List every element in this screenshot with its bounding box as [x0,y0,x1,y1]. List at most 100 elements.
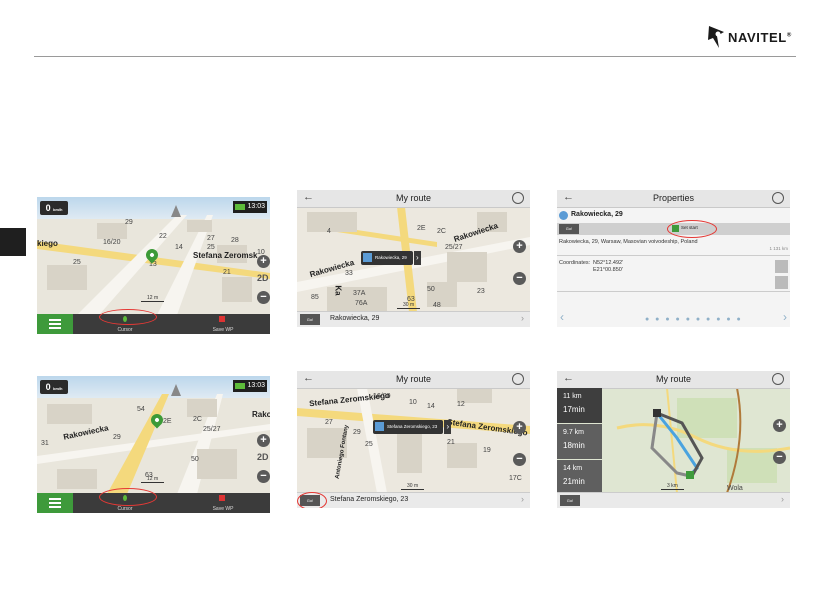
zoom-in-button[interactable]: + [257,255,270,268]
start-flag-icon [686,471,694,479]
screen-title: My route [655,374,691,384]
save-waypoint-button[interactable]: Save WP [205,506,241,512]
map-label: 29 [353,429,361,436]
map-label: 16/20 [103,239,121,246]
menu-button[interactable] [37,493,73,513]
map-label: 17C [509,475,522,482]
gps-off-icon[interactable] [512,192,524,204]
map-label: 16/20 [373,393,391,400]
save-waypoint-button[interactable]: Save WP [205,327,241,333]
zoom-in-button[interactable]: + [513,240,526,253]
status-clock: 13:03 [233,380,267,392]
chevron-right-icon[interactable]: › [783,310,787,324]
highlight-ellipse [667,220,717,238]
chevron-right-icon[interactable]: › [521,494,524,504]
distance-value: 1 131 km [769,246,788,251]
map-label: 25/27 [445,244,463,251]
zoom-out-button[interactable]: − [773,451,786,464]
map-label: 22 [159,233,167,240]
go-button[interactable]: Go! [300,314,320,325]
screen-my-route-2: ← My route Stefana Zeromskiego Stefana Z… [297,371,530,508]
map-label: 4 [327,228,331,235]
gps-off-icon[interactable] [512,373,524,385]
view-mode-button[interactable]: 2D [257,452,269,462]
chevron-left-icon[interactable]: ‹ [560,310,564,324]
route-time: 18min [563,441,585,450]
map-label: 28 [231,237,239,244]
map-street-label: Stefana Zeromsk [193,251,258,260]
house-icon [363,253,372,262]
map-label: 21 [447,439,455,446]
page-side-tab [0,228,26,256]
cursor-button[interactable]: Cursor [109,327,141,333]
map-label: 23 [477,288,485,295]
map-label: Wola [727,485,743,492]
go-button[interactable]: Go! [559,224,579,234]
longitude-value: E21°00.850' [593,267,623,273]
screen-route-options: ← My route 11 km 17min 9.7 km 18min 14 k… [557,371,790,508]
zoom-out-button[interactable]: − [257,291,270,304]
map-label: 31 [41,440,49,447]
zoom-in-button[interactable]: + [773,419,786,432]
footer-address: Rakowiecka, 29 [330,315,380,322]
save-waypoint-icon [219,316,225,322]
gps-off-icon[interactable] [772,192,784,204]
map-label: 27 [207,235,215,242]
chevron-right-icon[interactable]: › [781,494,784,504]
compass-icon[interactable] [171,384,181,396]
footer-address: Stefana Zeromskiego, 23 [330,496,409,503]
map-label: 27 [325,419,333,426]
callout-text: Stefana Zeromskiego, 23 [387,424,438,429]
route-time: 21min [563,477,585,486]
map-label: 85 [311,294,319,301]
zoom-in-button[interactable]: + [513,421,526,434]
view-mode-button[interactable]: 2D [257,273,269,283]
menu-button[interactable] [37,314,73,334]
header: ← My route [297,190,530,208]
highlight-ellipse [297,492,327,508]
map-label: 12 [457,401,465,408]
callout-arrow-icon[interactable]: › [444,420,452,434]
compass-icon[interactable] [171,205,181,217]
location-callout[interactable]: Stefana Zeromskiego, 23 › [373,420,452,434]
map-street-label: kiego [37,239,58,248]
screen-map-3d-1: 0 km/h 13:03 29 22 27 28 16/20 14 25 25 … [37,197,270,334]
location-callout[interactable]: Rakowiecka, 29 › [361,251,421,265]
zoom-in-button[interactable]: + [257,434,270,447]
navitel-logo-icon [708,26,724,48]
latitude-value: N52°12.492' [593,260,624,266]
route-distance: 14 km [563,465,583,472]
cursor-button[interactable]: Cursor [109,506,141,512]
highlight-ellipse [99,309,157,325]
map-label: 29 [113,434,121,441]
footer-bar: Go! Stefana Zeromskiego, 23 › [297,492,530,508]
coordinates-label: Coordinates: [559,260,591,266]
go-button[interactable]: Go! [560,495,580,506]
add-favorite-button[interactable] [775,276,788,289]
map-label: 54 [137,406,145,413]
zoom-out-button[interactable]: − [513,453,526,466]
route-distance: 9.7 km [563,429,585,436]
divider [557,291,790,292]
map-scale: 12 m [141,295,165,302]
gps-off-icon[interactable] [772,373,784,385]
route-option[interactable]: 11 km 17min [557,388,602,423]
chevron-right-icon[interactable]: › [521,313,524,323]
header: ← Properties [557,190,790,208]
map-label: 29 [125,219,133,226]
map-label: 2E [163,418,172,425]
zoom-out-button[interactable]: − [513,272,526,285]
screen-properties: ← Properties Rakowiecka, 29 Go! Set star… [557,190,790,327]
callout-text: Rakowiecka, 29 [375,255,407,260]
callout-arrow-icon[interactable]: › [413,251,421,265]
footer-bar: Go! Rakowiecka, 29 › [297,311,530,327]
zoom-out-button[interactable]: − [257,470,270,483]
battery-icon [235,383,245,389]
route-option[interactable]: 9.7 km 18min [557,424,602,459]
share-button[interactable] [775,260,788,273]
map-label: 37A [353,290,366,297]
map-label: 21 [223,269,231,276]
place-title: Rakowiecka, 29 [571,211,623,218]
route-option[interactable]: 14 km 21min [557,460,602,495]
map-label: 33 [345,270,353,277]
